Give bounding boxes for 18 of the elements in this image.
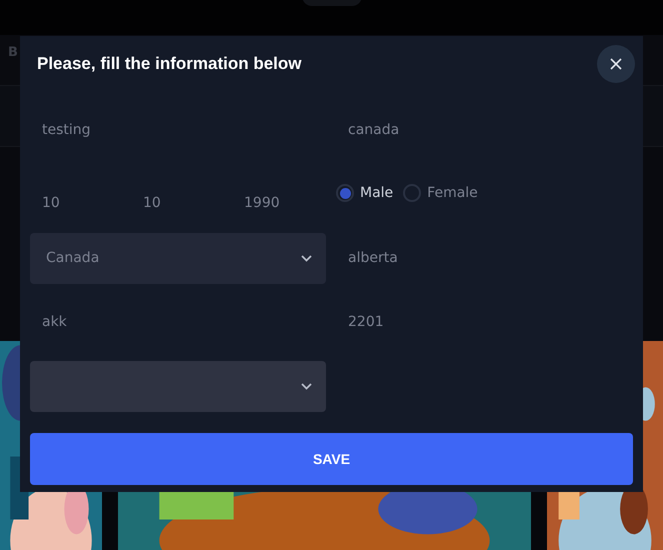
- input-field[interactable]: testing: [30, 115, 230, 145]
- dialog-title: Please, fill the information below: [37, 54, 302, 74]
- date-field[interactable]: 1990: [232, 188, 312, 218]
- input-field[interactable]: alberta: [336, 243, 536, 273]
- radio-option[interactable]: Female: [403, 184, 478, 202]
- input-field[interactable]: canada: [336, 115, 536, 145]
- dropdown[interactable]: [30, 360, 326, 412]
- dropdown[interactable]: Canada: [30, 232, 326, 284]
- chevron-down-icon: [301, 382, 312, 390]
- chevron-down-icon: [301, 254, 312, 262]
- date-field[interactable]: 10: [131, 188, 211, 218]
- date-field[interactable]: 10: [30, 188, 110, 218]
- radio-option[interactable]: Male: [336, 184, 394, 202]
- input-field[interactable]: akk: [30, 307, 230, 337]
- save-button[interactable]: SAVE: [30, 433, 633, 485]
- close-button[interactable]: [597, 45, 635, 83]
- input-field[interactable]: 2201: [336, 307, 536, 337]
- close-icon: [610, 58, 622, 70]
